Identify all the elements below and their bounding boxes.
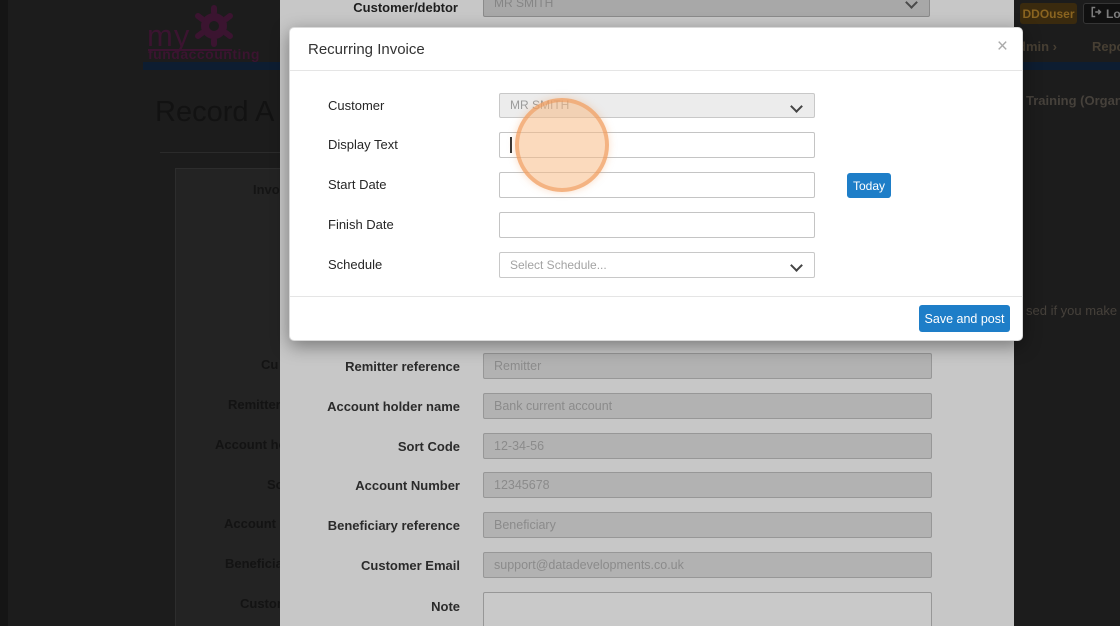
training-org-text: Training (Organisat <box>1026 93 1120 108</box>
start-date-label: Start Date <box>328 177 387 192</box>
sort-code-field[interactable]: 12-34-56 <box>483 433 932 459</box>
close-icon[interactable]: × <box>997 37 1008 56</box>
account-number-label: Account Number <box>355 478 460 493</box>
account-holder-name-label: Account holder name <box>327 399 460 414</box>
modal-title: Recurring Invoice <box>308 41 425 58</box>
sort-code-label: Sort Code <box>397 439 460 454</box>
chevron-down-icon <box>790 100 803 113</box>
today-button[interactable]: Today <box>847 173 891 198</box>
customer-email-label: Customer Email <box>361 558 460 573</box>
remitter-reference-label: Remitter reference <box>345 359 460 374</box>
left-edge <box>0 0 8 626</box>
logout-button-dimmed: Lo <box>1083 3 1120 24</box>
panel-border <box>160 152 280 153</box>
bg-form-label: Cu <box>261 357 279 372</box>
note-field[interactable] <box>483 592 932 626</box>
chevron-down-icon <box>905 0 918 9</box>
chevron-down-icon <box>790 259 803 272</box>
beneficiary-reference-field[interactable]: Beneficiary <box>483 512 932 538</box>
click-highlight-circle <box>515 98 609 192</box>
modal-footer-divider <box>290 296 1022 297</box>
note-label: Note <box>431 599 460 614</box>
text-cursor <box>510 137 512 153</box>
schedule-label: Schedule <box>328 257 383 272</box>
save-and-post-button[interactable]: Save and post <box>919 305 1010 332</box>
finish-date-label: Finish Date <box>328 217 394 232</box>
modal-header: Recurring Invoice × <box>290 28 1022 71</box>
account-number-field[interactable]: 12345678 <box>483 472 932 498</box>
nav-admin-dimmed: dmin › <box>1018 39 1057 54</box>
finish-date-input[interactable] <box>499 212 815 238</box>
logo-brand-text: fundaccounting <box>148 46 260 62</box>
account-holder-name-field[interactable]: Bank current account <box>483 393 932 419</box>
invoice-label-dimmed: Invoi <box>253 182 284 197</box>
schedule-placeholder: Select Schedule... <box>510 258 607 272</box>
background-note-text: sed if you make <box>1026 303 1118 318</box>
logout-label: Lo <box>1106 6 1120 21</box>
logout-icon <box>1090 6 1102 21</box>
nav-reports-dimmed: Repo <box>1092 39 1120 54</box>
bg-form-label: Account <box>224 516 276 531</box>
recurring-invoice-modal: Recurring Invoice × Customer MR SMITH Di… <box>289 27 1023 341</box>
display-text-label: Display Text <box>328 137 398 152</box>
customer-debtor-label: Customer/debtor <box>353 0 458 15</box>
customer-label: Customer <box>328 98 385 113</box>
user-button-dimmed: DDOuser <box>1020 3 1077 24</box>
customer-email-field[interactable]: support@datadevelopments.co.uk <box>483 552 932 578</box>
screen: my fundaccounting DDOuser Lo dmin › Rep … <box>0 0 1120 626</box>
remitter-reference-field[interactable]: Remitter <box>483 353 932 379</box>
beneficiary-reference-label: Beneficiary reference <box>327 518 460 533</box>
schedule-select[interactable]: Select Schedule... <box>499 252 815 278</box>
customer-debtor-value: MR SMITH <box>494 0 554 10</box>
customer-debtor-select[interactable]: MR SMITH <box>483 0 930 17</box>
